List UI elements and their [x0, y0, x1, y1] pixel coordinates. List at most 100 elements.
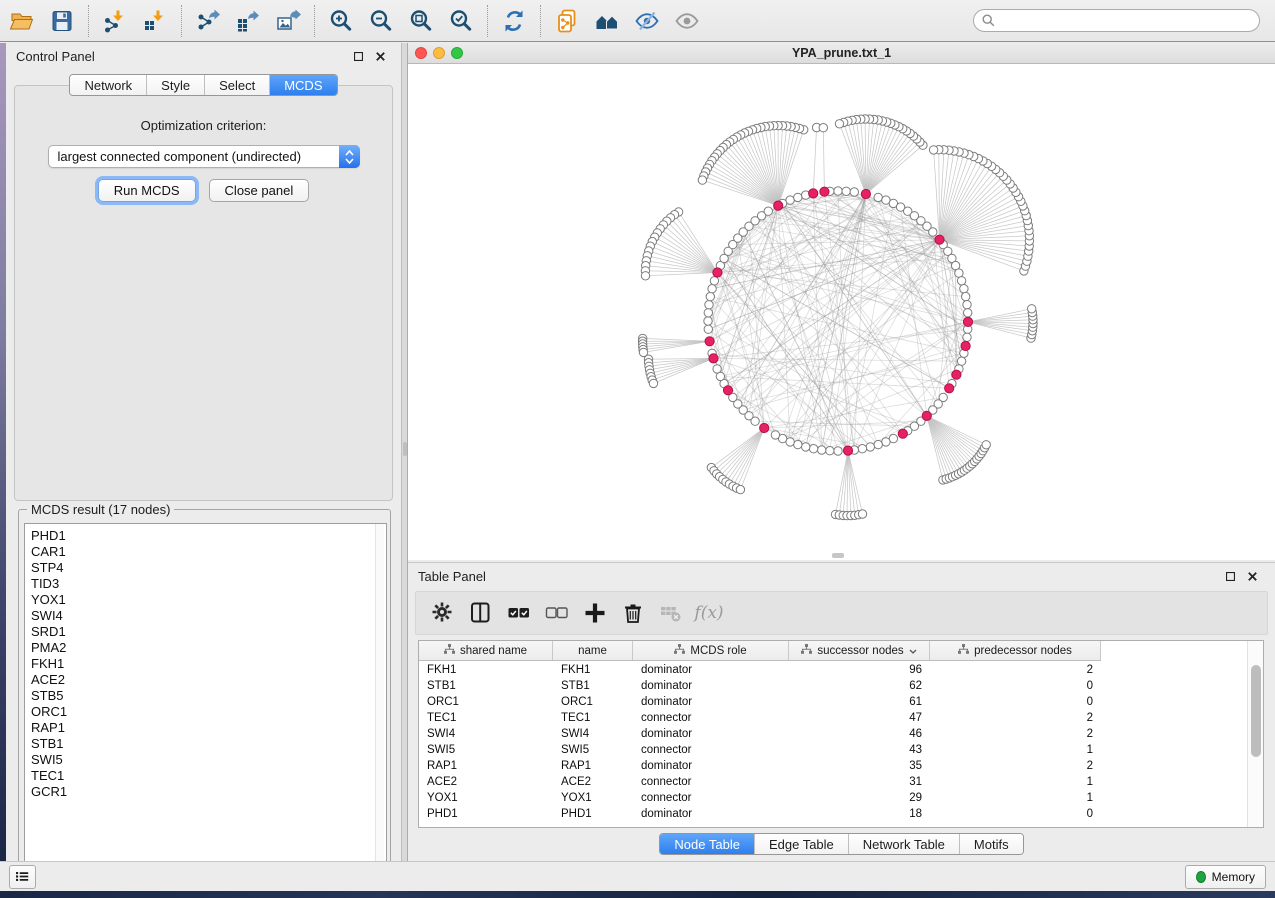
table-cell[interactable]: 1: [930, 744, 1101, 756]
mcds-result-item[interactable]: PHD1: [31, 528, 386, 544]
table-cell[interactable]: 62: [789, 680, 930, 692]
search-input[interactable]: [1000, 13, 1251, 29]
table-cell[interactable]: TEC1: [553, 712, 633, 724]
close-window-icon[interactable]: [415, 47, 427, 59]
float-panel-icon[interactable]: [347, 52, 369, 61]
table-cell[interactable]: 29: [789, 792, 930, 804]
table-cell[interactable]: RAP1: [553, 760, 633, 772]
table-cell[interactable]: FKH1: [419, 664, 553, 676]
table-cell[interactable]: 61: [789, 696, 930, 708]
mcds-result-item[interactable]: ORC1: [31, 704, 386, 720]
splitter-grip[interactable]: [403, 442, 407, 456]
table-row[interactable]: PHD1PHD1dominator180: [419, 806, 1248, 822]
table-cell[interactable]: SWI4: [419, 728, 553, 740]
table-cell[interactable]: 96: [789, 664, 930, 676]
table-cell[interactable]: TEC1: [419, 712, 553, 724]
table-row[interactable]: YOX1YOX1connector291: [419, 790, 1248, 806]
zoom-out-button[interactable]: [361, 3, 401, 39]
table-cell[interactable]: RAP1: [419, 760, 553, 772]
mcds-result-item[interactable]: STB5: [31, 688, 386, 704]
table-cell[interactable]: PHD1: [419, 808, 553, 820]
column-header-successor-nodes[interactable]: successor nodes: [789, 641, 930, 660]
mcds-result-item[interactable]: SWI5: [31, 752, 386, 768]
table-cell[interactable]: ACE2: [419, 776, 553, 788]
function-builder-button[interactable]: f(x): [690, 594, 728, 632]
table-cell[interactable]: dominator: [633, 664, 789, 676]
import-table-button[interactable]: [135, 3, 175, 39]
table-cell[interactable]: 47: [789, 712, 930, 724]
table-cell[interactable]: connector: [633, 744, 789, 756]
mcds-result-item[interactable]: GCR1: [31, 784, 386, 800]
show-columns-button[interactable]: [462, 594, 500, 632]
table-scrollbar[interactable]: [1247, 641, 1263, 827]
maximize-window-icon[interactable]: [451, 47, 463, 59]
tab-network-table[interactable]: Network Table: [849, 834, 960, 854]
table-cell[interactable]: 2: [930, 728, 1101, 740]
new-network-from-selection-button[interactable]: [547, 3, 587, 39]
export-network-button[interactable]: [188, 3, 228, 39]
tab-edge-table[interactable]: Edge Table: [755, 834, 849, 854]
table-row[interactable]: RAP1RAP1dominator352: [419, 758, 1248, 774]
table-cell[interactable]: ORC1: [553, 696, 633, 708]
table-cell[interactable]: 0: [930, 696, 1101, 708]
export-image-button[interactable]: [268, 3, 308, 39]
column-header-MCDS-role[interactable]: MCDS role: [633, 641, 789, 660]
mcds-result-item[interactable]: RAP1: [31, 720, 386, 736]
tab-select[interactable]: Select: [205, 75, 270, 95]
memory-button[interactable]: Memory: [1185, 865, 1266, 889]
show-all-button[interactable]: [667, 3, 707, 39]
first-neighbors-button[interactable]: [587, 3, 627, 39]
tab-node-table[interactable]: Node Table: [660, 834, 755, 854]
optimization-criterion-select[interactable]: largest connected component (undirected): [48, 145, 360, 168]
tab-mcds[interactable]: MCDS: [270, 75, 336, 95]
table-cell[interactable]: YOX1: [553, 792, 633, 804]
mcds-result-item[interactable]: TID3: [31, 576, 386, 592]
close-panel-icon[interactable]: [369, 52, 391, 61]
table-cell[interactable]: dominator: [633, 760, 789, 772]
table-cell[interactable]: YOX1: [419, 792, 553, 804]
hide-selected-button[interactable]: [627, 3, 667, 39]
open-session-button[interactable]: [2, 3, 42, 39]
column-header-name[interactable]: name: [553, 641, 633, 660]
network-graph[interactable]: [408, 64, 1275, 560]
table-cell[interactable]: 0: [930, 808, 1101, 820]
table-row[interactable]: TEC1TEC1connector472: [419, 710, 1248, 726]
deselect-all-button[interactable]: [538, 594, 576, 632]
table-cell[interactable]: 0: [930, 680, 1101, 692]
save-session-button[interactable]: [42, 3, 82, 39]
zoom-fit-button[interactable]: [401, 3, 441, 39]
table-row[interactable]: ACE2ACE2connector311: [419, 774, 1248, 790]
table-cell[interactable]: 35: [789, 760, 930, 772]
table-cell[interactable]: connector: [633, 792, 789, 804]
vertical-splitter[interactable]: [401, 43, 408, 861]
minimize-window-icon[interactable]: [433, 47, 445, 59]
float-table-panel-icon[interactable]: [1219, 572, 1241, 581]
delete-rows-button[interactable]: [614, 594, 652, 632]
table-cell[interactable]: dominator: [633, 680, 789, 692]
search-box[interactable]: [973, 9, 1260, 32]
table-row[interactable]: STB1STB1dominator620: [419, 678, 1248, 694]
mcds-result-item[interactable]: SRD1: [31, 624, 386, 640]
table-cell[interactable]: 31: [789, 776, 930, 788]
zoom-selected-button[interactable]: [441, 3, 481, 39]
table-cell[interactable]: SWI5: [419, 744, 553, 756]
table-cell[interactable]: dominator: [633, 696, 789, 708]
mcds-result-scrollbar[interactable]: [375, 524, 384, 876]
run-mcds-button[interactable]: Run MCDS: [98, 179, 196, 202]
tab-motifs[interactable]: Motifs: [960, 834, 1023, 854]
close-panel-button[interactable]: Close panel: [209, 179, 310, 202]
table-cell[interactable]: 46: [789, 728, 930, 740]
import-network-button[interactable]: [95, 3, 135, 39]
table-cell[interactable]: dominator: [633, 808, 789, 820]
add-row-button[interactable]: [576, 594, 614, 632]
table-cell[interactable]: ACE2: [553, 776, 633, 788]
table-cell[interactable]: connector: [633, 712, 789, 724]
table-scrollbar-thumb[interactable]: [1251, 665, 1261, 757]
table-cell[interactable]: FKH1: [553, 664, 633, 676]
mcds-result-item[interactable]: STP4: [31, 560, 386, 576]
delete-table-button[interactable]: [652, 594, 690, 632]
column-header-shared-name[interactable]: shared name: [419, 641, 553, 660]
table-cell[interactable]: 1: [930, 792, 1101, 804]
column-header-predecessor-nodes[interactable]: predecessor nodes: [930, 641, 1101, 660]
tab-style[interactable]: Style: [147, 75, 205, 95]
